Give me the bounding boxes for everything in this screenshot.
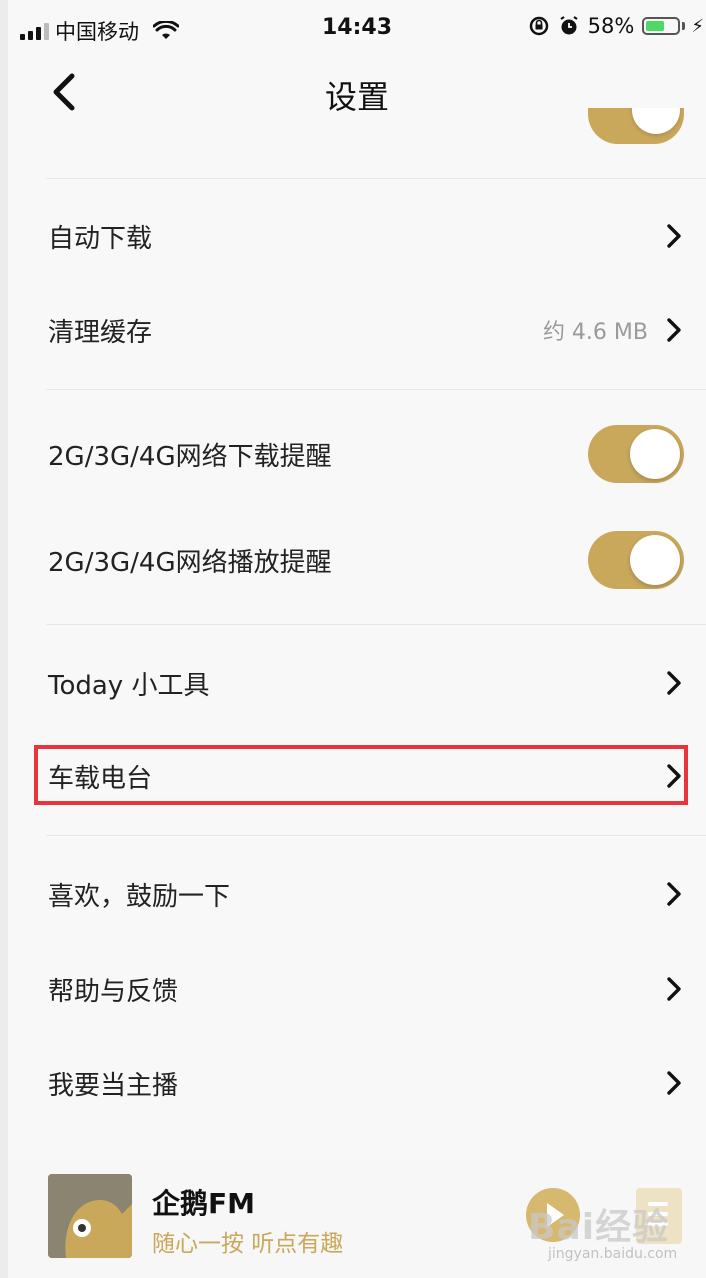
setting-play-alert: 2G/3G/4G网络播放提醒 (8, 515, 706, 605)
section-divider (46, 835, 706, 836)
battery-icon (642, 17, 681, 35)
chevron-right-icon (667, 764, 681, 788)
chevron-right-icon (667, 882, 681, 906)
setting-label: 2G/3G/4G网络播放提醒 (48, 547, 332, 578)
setting-label: 清理缓存 (48, 317, 153, 348)
toggle-knob (630, 429, 680, 479)
setting-label: 喜欢，鼓励一下 (48, 881, 231, 912)
album-cover[interactable] (48, 1174, 132, 1258)
status-right: 58% ⚡ (528, 14, 704, 38)
setting-help-feedback[interactable]: 帮助与反馈 (8, 944, 706, 1034)
section-divider (46, 624, 706, 625)
setting-label: 车载电台 (48, 763, 153, 794)
rotation-lock-icon (529, 16, 548, 36)
setting-label: Today 小工具 (48, 670, 210, 701)
chevron-right-icon (667, 1071, 681, 1095)
setting-clear-cache[interactable]: 清理缓存 约 4.6 MB (8, 285, 706, 375)
setting-become-host[interactable]: 我要当主播 (8, 1038, 706, 1128)
chevron-right-icon (667, 224, 681, 248)
setting-download-alert: 2G/3G/4G网络下载提醒 (8, 409, 706, 499)
setting-like-app[interactable]: 喜欢，鼓励一下 (8, 849, 706, 939)
watermark-brand: Bai经验 (528, 1207, 670, 1248)
setting-label: 帮助与反馈 (48, 976, 179, 1007)
setting-car-radio[interactable]: 车载电台 (8, 731, 706, 821)
setting-auto-download[interactable]: 自动下载 (8, 191, 706, 281)
partial-toggle-switch[interactable] (588, 108, 684, 144)
left-edge-strip (0, 0, 8, 1278)
section-divider (46, 178, 706, 179)
player-title: 企鹅FM (152, 1187, 255, 1220)
setting-today-widget[interactable]: Today 小工具 (8, 638, 706, 728)
battery-cap (682, 22, 686, 30)
battery-fill (646, 21, 664, 31)
setting-label: 我要当主播 (48, 1070, 179, 1101)
setting-label: 自动下载 (48, 223, 153, 254)
download-alert-toggle[interactable] (588, 425, 684, 483)
setting-label: 2G/3G/4G网络下载提醒 (48, 441, 332, 472)
chevron-right-icon (667, 977, 681, 1001)
toggle-knob (630, 535, 680, 585)
charging-bolt-icon: ⚡ (691, 15, 704, 37)
watermark-url: jingyan.baidu.com (548, 1246, 678, 1262)
partial-toggle-knob (632, 108, 680, 134)
alarm-icon (560, 16, 578, 35)
player-subtitle: 随心一按 听点有趣 (152, 1231, 344, 1257)
chevron-right-icon (667, 671, 681, 695)
section-divider (46, 389, 706, 390)
chevron-right-icon (667, 318, 681, 342)
phone-screen: 中国移动 14:43 58% ⚡ 设置 自动下载 清理缓存 约 4.6 MB 2… (8, 0, 706, 1278)
status-bar: 中国移动 14:43 58% ⚡ (8, 0, 706, 60)
penguin-logo-icon (48, 1174, 132, 1258)
battery-percent: 58% (587, 14, 635, 38)
cache-size-value: 约 4.6 MB (542, 320, 648, 345)
play-alert-toggle[interactable] (588, 531, 684, 589)
